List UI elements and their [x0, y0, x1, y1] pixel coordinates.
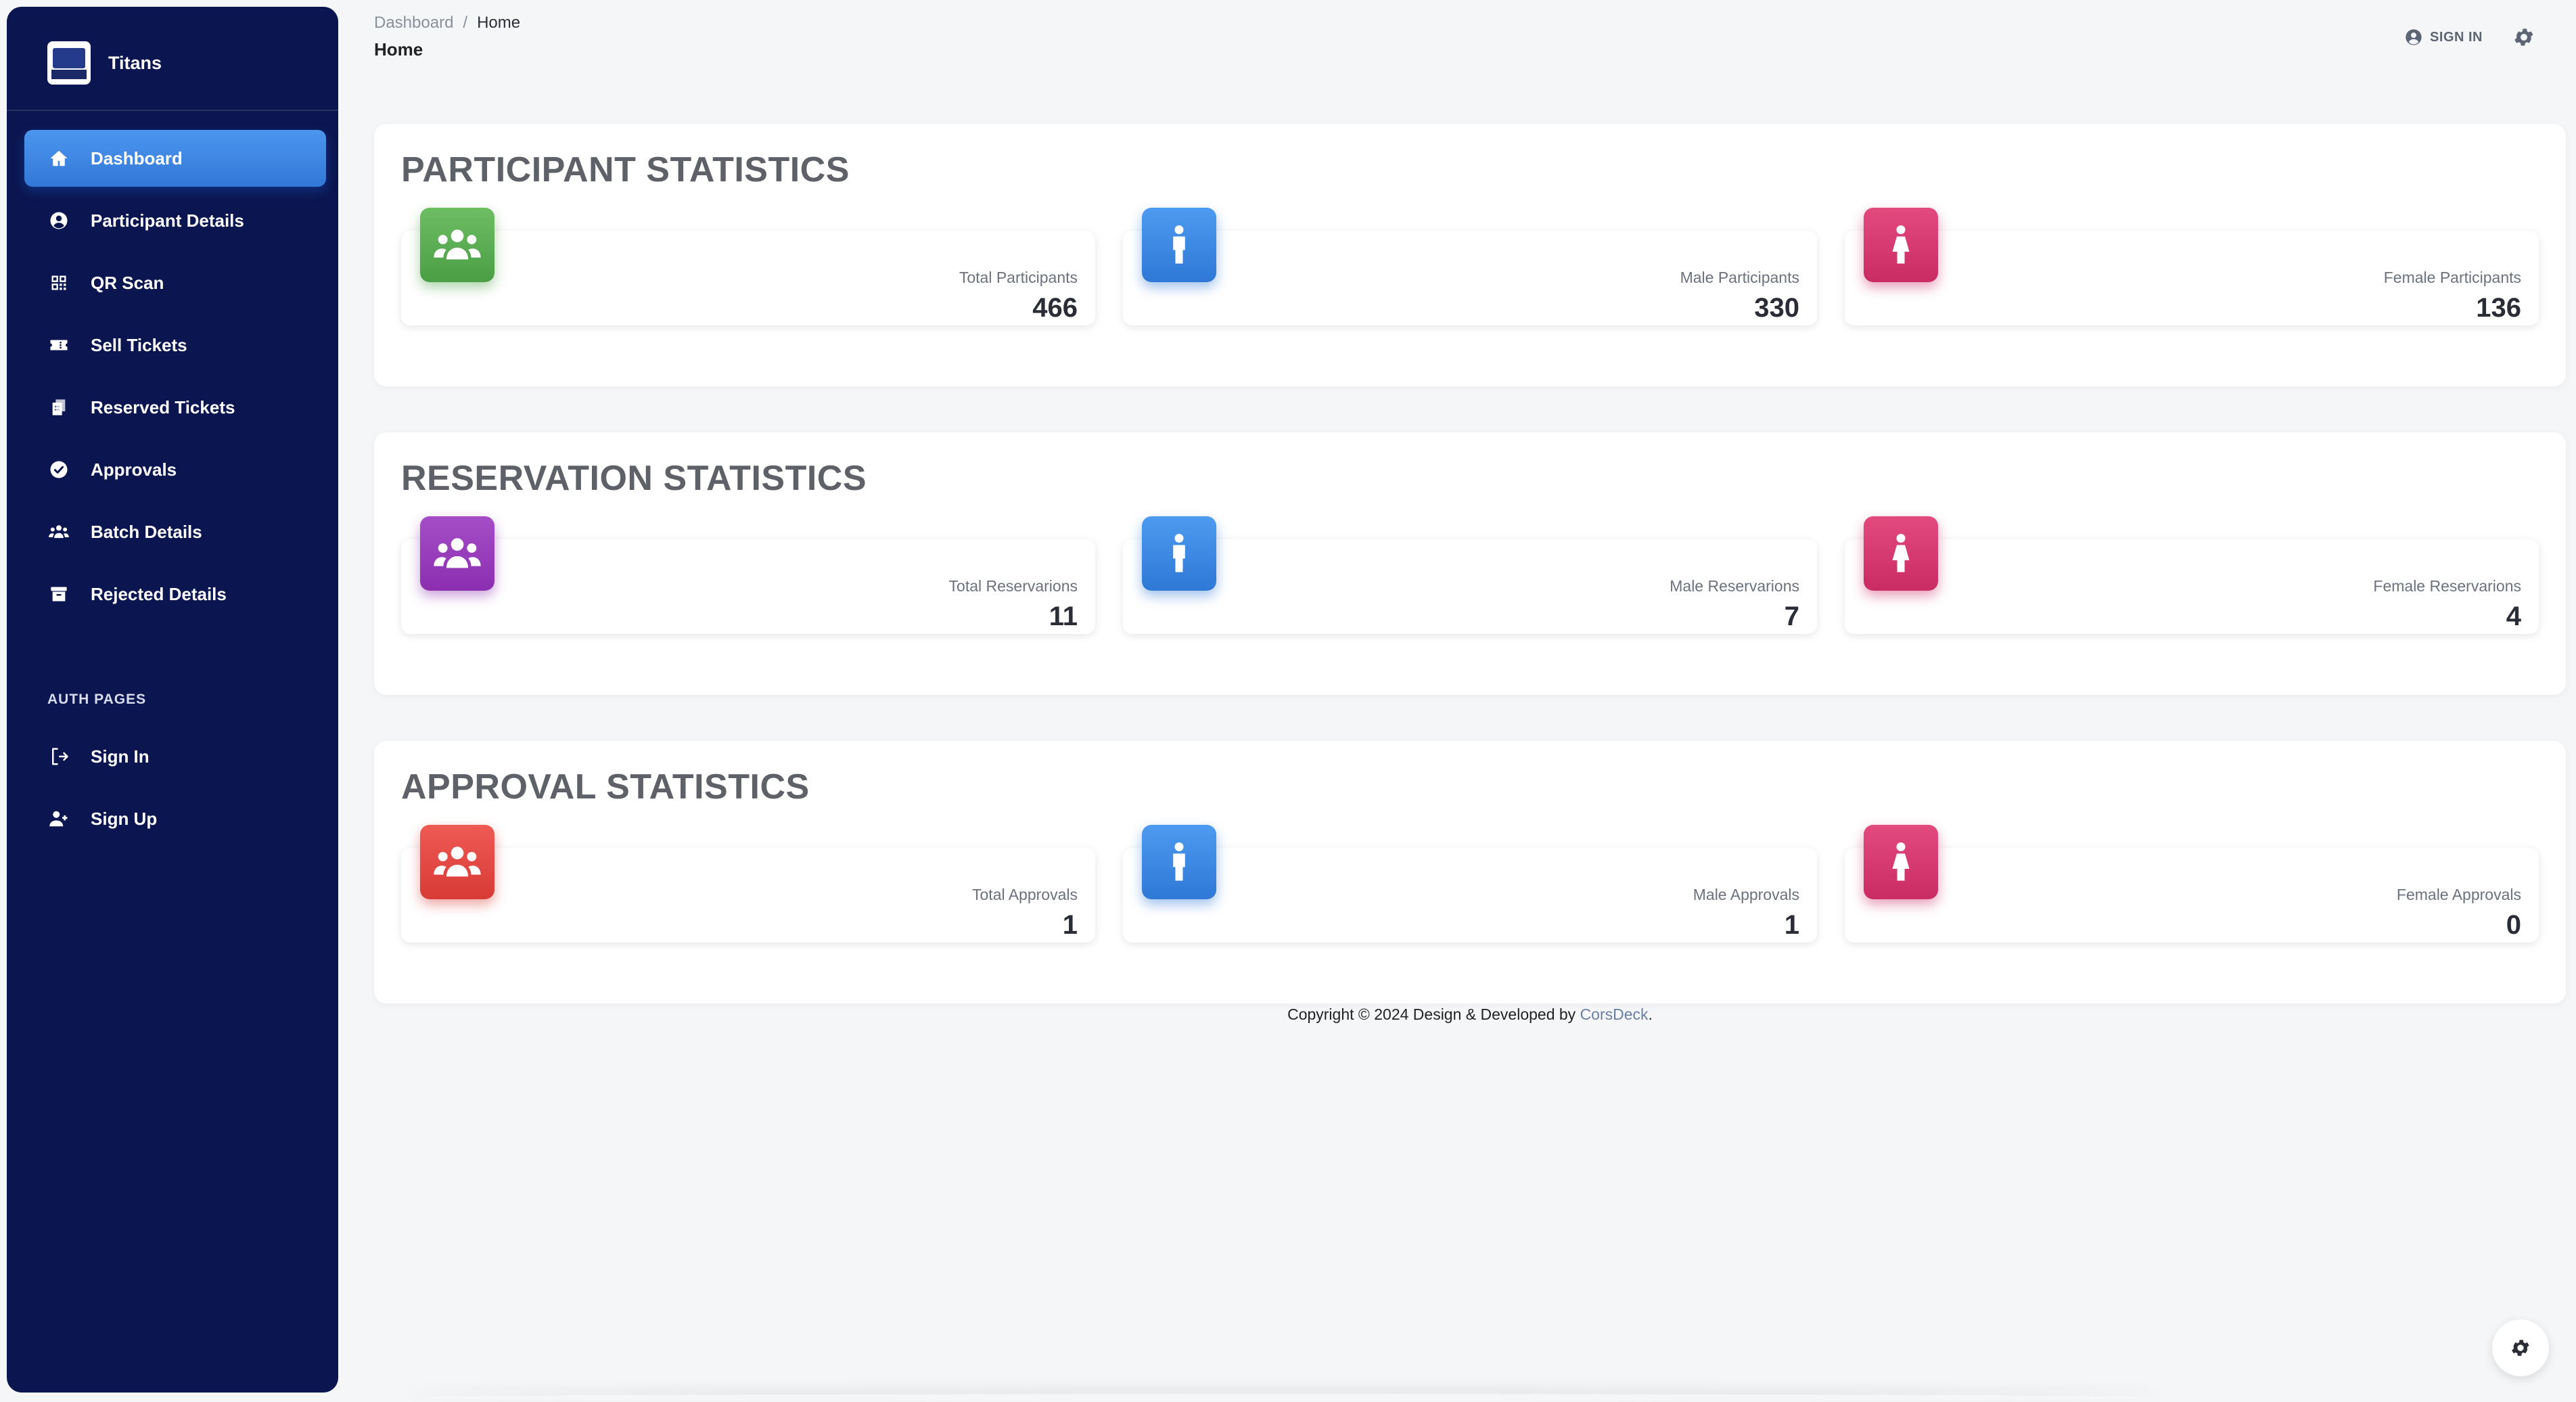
group-icon — [420, 825, 495, 899]
footer: Copyright © 2024 Design & Developed by C… — [374, 1005, 2566, 1024]
sign-in-label: SIGN IN — [2430, 29, 2483, 45]
stat-label: Female Approvals — [2396, 886, 2521, 903]
footer-suffix: . — [1648, 1005, 1653, 1023]
stat-label: Female Participants — [2383, 269, 2521, 286]
reserved-tickets-icon — [47, 396, 70, 419]
stat-value: 136 — [2476, 293, 2521, 323]
qr-code-icon — [47, 271, 70, 294]
stat-label: Male Approvals — [1693, 886, 1799, 903]
group-icon — [420, 208, 495, 282]
sidebar-item-sell-tickets[interactable]: Sell Tickets — [24, 317, 326, 374]
male-icon — [1142, 825, 1216, 899]
section-title: PARTICIPANT STATISTICS — [401, 150, 850, 189]
sidebar-item-label: Reserved Tickets — [91, 397, 235, 417]
sidebar-item-reserved-tickets[interactable]: Reserved Tickets — [24, 379, 326, 436]
user-circle-icon — [2406, 29, 2422, 45]
sidebar-item-label: Participant Details — [91, 210, 244, 231]
sidebar-item-participant-details[interactable]: Participant Details — [24, 192, 326, 249]
stat-label: Total Reservarions — [948, 577, 1078, 595]
titans-logo — [47, 41, 91, 85]
footer-text: Copyright © 2024 Design & Developed by — [1287, 1005, 1576, 1023]
bottom-shadow — [406, 1394, 2165, 1402]
stat-card-female-participants: Female Participants 136 — [1845, 208, 2539, 325]
stat-label: Female Reservarions — [2373, 577, 2521, 595]
sidebar-divider — [7, 110, 338, 111]
sidebar-item-label: Dashboard — [91, 148, 183, 168]
breadcrumb-separator: / — [463, 14, 468, 32]
header-actions: SIGN IN — [2404, 26, 2535, 49]
page-title: Home — [374, 39, 423, 60]
breadcrumb-root[interactable]: Dashboard — [374, 14, 453, 32]
brand-name: Titans — [108, 52, 162, 73]
male-icon — [1142, 208, 1216, 282]
stat-label: Male Reservarions — [1670, 577, 1799, 595]
ticket-icon — [47, 334, 70, 357]
sign-in-icon — [47, 745, 70, 768]
stat-label: Male Participants — [1680, 269, 1799, 286]
user-circle-icon — [47, 209, 70, 232]
sidebar-section-title: AUTH PAGES — [47, 692, 147, 707]
section-title: APPROVAL STATISTICS — [401, 767, 810, 807]
sign-in-button[interactable]: SIGN IN — [2404, 28, 2483, 47]
male-icon — [1142, 516, 1216, 591]
female-icon — [1864, 208, 1938, 282]
sidebar-item-sign-in[interactable]: Sign In — [24, 728, 326, 785]
sidebar-item-dashboard[interactable]: Dashboard — [24, 130, 326, 187]
sidebar-item-qr-scan[interactable]: QR Scan — [24, 254, 326, 311]
female-icon — [1864, 825, 1938, 899]
gear-icon[interactable] — [2512, 26, 2535, 49]
female-icon — [1864, 516, 1938, 591]
brand[interactable]: Titans — [47, 41, 162, 85]
home-icon — [47, 147, 70, 170]
reservation-statistics-section: RESERVATION STATISTICS Total Reservarion… — [374, 432, 2566, 695]
stat-value: 330 — [1754, 293, 1799, 323]
stat-value: 7 — [1784, 602, 1799, 631]
sidebar-item-rejected-details[interactable]: Rejected Details — [24, 566, 326, 623]
sidebar-item-label: Approvals — [91, 459, 177, 480]
footer-link[interactable]: CorsDeck — [1580, 1005, 1649, 1023]
stat-card-female-approvals: Female Approvals 0 — [1845, 825, 2539, 943]
stat-label: Total Participants — [959, 269, 1078, 286]
sidebar-item-label: Sign In — [91, 746, 150, 767]
check-circle-icon — [47, 458, 70, 481]
stat-card-total-participants: Total Participants 466 — [401, 208, 1095, 325]
stat-value: 466 — [1032, 293, 1078, 323]
group-icon — [420, 516, 495, 591]
stat-card-male-reservations: Male Reservarions 7 — [1123, 516, 1817, 634]
group-icon — [47, 520, 70, 543]
stat-card-male-participants: Male Participants 330 — [1123, 208, 1817, 325]
user-add-icon — [47, 807, 70, 830]
participant-statistics-section: PARTICIPANT STATISTICS Total Participant… — [374, 124, 2566, 386]
sidebar-nav: Dashboard Participant Details QR Scan Se… — [24, 130, 326, 628]
stat-value: 4 — [2506, 602, 2521, 631]
stat-card-male-approvals: Male Approvals 1 — [1123, 825, 1817, 943]
sidebar-item-sign-up[interactable]: Sign Up — [24, 790, 326, 847]
sidebar-item-approvals[interactable]: Approvals — [24, 441, 326, 498]
sidebar: Titans Dashboard Participant Details QR … — [7, 7, 338, 1393]
sidebar-item-label: Sign Up — [91, 808, 158, 829]
settings-fab-button[interactable] — [2492, 1319, 2549, 1376]
stat-card-total-approvals: Total Approvals 1 — [401, 825, 1095, 943]
stat-value: 0 — [2506, 910, 2521, 940]
stat-value: 1 — [1784, 910, 1799, 940]
sidebar-item-batch-details[interactable]: Batch Details — [24, 503, 326, 560]
sidebar-item-label: Rejected Details — [91, 583, 227, 604]
stat-card-female-reservations: Female Reservarions 4 — [1845, 516, 2539, 634]
breadcrumb-current: Home — [477, 14, 521, 32]
breadcrumb: Dashboard / Home — [374, 14, 520, 32]
stat-card-total-reservations: Total Reservarions 11 — [401, 516, 1095, 634]
stat-value: 1 — [1062, 910, 1078, 940]
sidebar-item-label: QR Scan — [91, 272, 164, 293]
sidebar-item-label: Sell Tickets — [91, 334, 187, 355]
sidebar-item-label: Batch Details — [91, 521, 202, 542]
sidebar-auth-nav: Sign In Sign Up — [24, 728, 326, 853]
gear-icon — [2512, 1340, 2529, 1356]
stat-value: 11 — [1049, 602, 1078, 631]
archive-icon — [47, 583, 70, 606]
approval-statistics-section: APPROVAL STATISTICS Total Approvals 1 Ma… — [374, 741, 2566, 1003]
stat-label: Total Approvals — [972, 886, 1078, 903]
section-title: RESERVATION STATISTICS — [401, 459, 867, 498]
